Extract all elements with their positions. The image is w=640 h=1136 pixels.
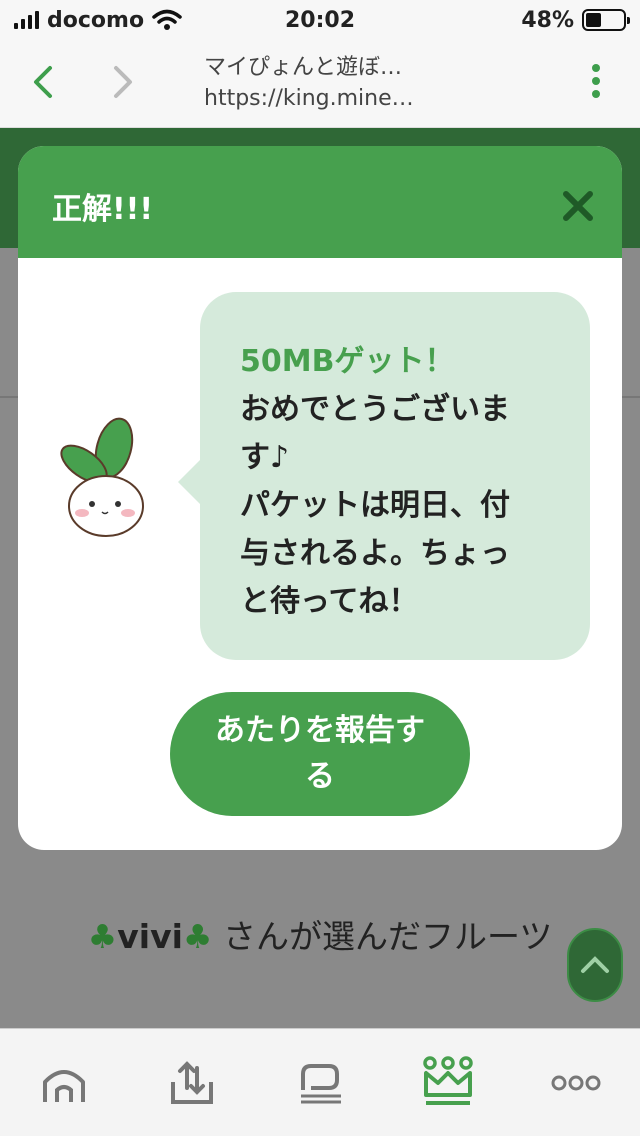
wifi-icon	[152, 9, 182, 30]
message-line: 与されるよ。ちょっ	[240, 536, 510, 571]
page-url: https://king.mine…	[204, 86, 414, 111]
upload-icon	[171, 1060, 213, 1104]
chevron-up-icon	[581, 956, 609, 973]
close-icon[interactable]	[562, 190, 594, 222]
scroll-top-button[interactable]	[567, 928, 623, 1002]
report-button-label: あたりを報告す	[215, 713, 425, 748]
message-line: パケットは明日、付	[240, 488, 510, 523]
clover-icon: ♣	[87, 917, 118, 956]
prize-headline: 50MBゲット！	[240, 344, 455, 379]
tab-ranking[interactable]	[384, 1029, 512, 1136]
rabbit-mascot-icon	[60, 417, 144, 537]
chosen-suffix: さんが選んだフルーツ	[223, 917, 553, 956]
status-left: docomo	[14, 8, 521, 33]
address-bar[interactable]: マイぴょんと遊ぼ… https://king.mine…	[204, 52, 504, 114]
chosen-fruit-heading: ♣vivi♣ さんが選んだフルーツ	[0, 910, 640, 958]
more-icon[interactable]	[592, 64, 600, 98]
crown-icon	[423, 1055, 473, 1105]
status-right: 48%	[521, 7, 630, 33]
back-icon[interactable]	[26, 62, 66, 102]
home-icon	[43, 1069, 85, 1102]
browser-toolbar: マイぴょんと遊ぼ… https://king.mine…	[0, 40, 640, 128]
modal-title: 正解!!!	[52, 192, 154, 227]
report-win-button[interactable]: あたりを報告す る	[170, 692, 470, 816]
chat-icon	[301, 1063, 341, 1103]
page-title: マイぴょんと遊ぼ…	[204, 55, 403, 80]
carrier-label: docomo	[47, 7, 145, 33]
clover-icon: ♣	[182, 917, 213, 956]
message-line: おめでとうございま	[240, 392, 510, 427]
tab-more[interactable]	[512, 1029, 640, 1136]
battery-percent: 48%	[521, 7, 574, 33]
tab-share[interactable]	[128, 1029, 256, 1136]
more-horizontal-icon	[551, 1075, 601, 1090]
speech-bubble: 50MBゲット！ おめでとうございま す♪ パケットは明日、付 与されるよ。ちょ…	[200, 292, 590, 660]
message-line: と待ってね！	[240, 584, 419, 619]
battery-icon	[582, 9, 630, 31]
signal-icon	[14, 11, 39, 29]
status-bar: docomo 20:02 48%	[0, 0, 640, 40]
modal-header: 正解!!!	[18, 146, 622, 258]
bottom-tab-bar	[0, 1028, 640, 1136]
report-button-label: る	[305, 759, 335, 794]
chosen-user-name: vivi	[117, 917, 183, 956]
result-modal: 正解!!! 50MBゲット！ おめでとうございま す♪ パケットは明日、付 与さ…	[18, 146, 622, 850]
message-line: す♪	[240, 440, 290, 475]
forward-icon[interactable]	[102, 62, 142, 102]
tab-home[interactable]	[0, 1029, 128, 1136]
tab-chat[interactable]	[256, 1029, 384, 1136]
